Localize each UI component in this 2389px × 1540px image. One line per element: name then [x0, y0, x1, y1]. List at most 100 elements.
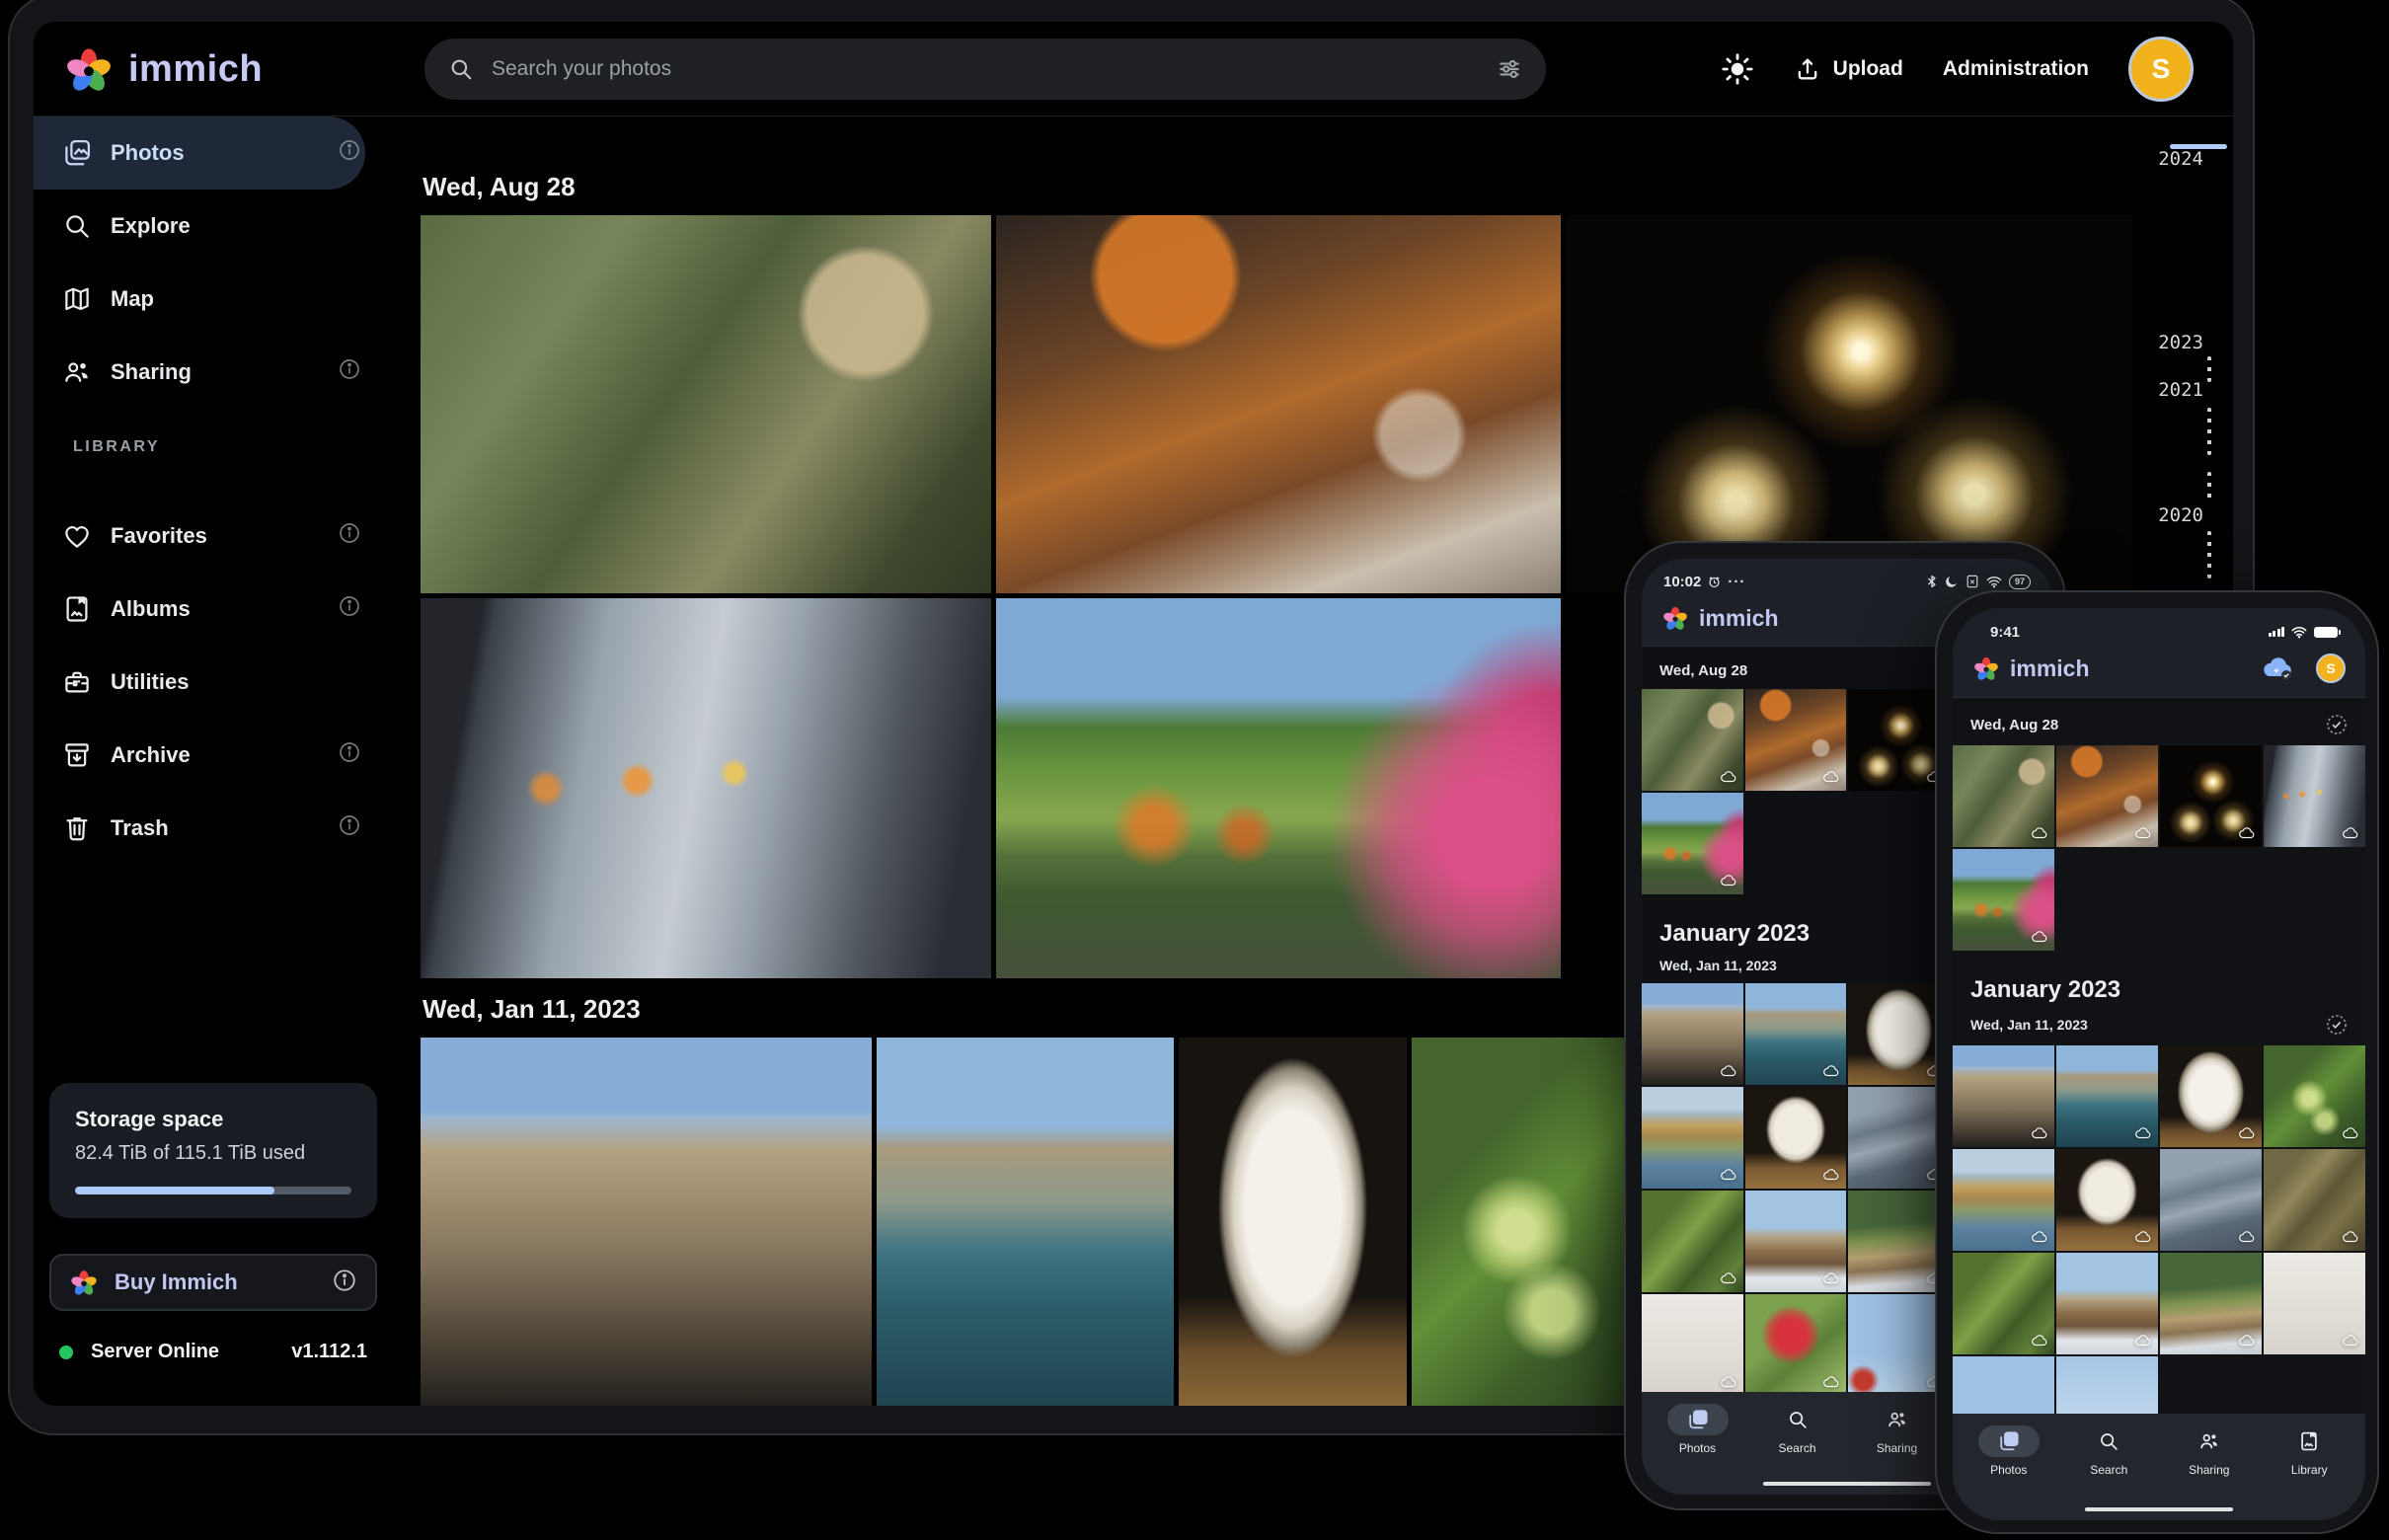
administration-label: Administration: [1943, 57, 2089, 81]
info-icon[interactable]: [332, 1268, 357, 1298]
sidebar-item-photos[interactable]: Photos: [34, 116, 365, 190]
search-input[interactable]: Search your photos: [424, 38, 1546, 100]
nav-label: Search: [1778, 1441, 1815, 1455]
photo-fort[interactable]: [877, 1038, 1174, 1406]
sidebar-item-map[interactable]: Map: [34, 263, 417, 336]
photo-fort[interactable]: [1745, 983, 1847, 1085]
nav-label: Sharing: [1877, 1441, 1917, 1455]
photo-sculpt[interactable]: [2056, 1149, 2158, 1251]
photo-church[interactable]: [1745, 1191, 1847, 1292]
photo-castle[interactable]: [1642, 983, 1743, 1085]
info-icon[interactable]: [338, 138, 361, 168]
nav-sharing[interactable]: Sharing: [1854, 1404, 1941, 1455]
sidebar-item-archive[interactable]: Archive: [34, 719, 417, 792]
photo-lizard2[interactable]: [1953, 1253, 2054, 1354]
sidebar-item-utilities[interactable]: Utilities: [34, 646, 417, 719]
photo-fireworks[interactable]: [2160, 745, 2262, 847]
info-icon[interactable]: [338, 594, 361, 624]
photo-monkeys[interactable]: [1953, 745, 2054, 847]
immich-logo[interactable]: immich: [63, 22, 263, 116]
nav-photos[interactable]: Photos: [1655, 1404, 1741, 1455]
nav-search[interactable]: Search: [2065, 1425, 2152, 1477]
brand-text: immich: [128, 48, 263, 91]
photo-church[interactable]: [2056, 1253, 2158, 1354]
photo-beach[interactable]: [1953, 1149, 2054, 1251]
nav-library[interactable]: Library: [2266, 1425, 2352, 1477]
photo-park[interactable]: [1953, 849, 2054, 951]
photo-dinner[interactable]: [2056, 745, 2158, 847]
administration-button[interactable]: Administration: [1943, 57, 2089, 81]
archive-icon: [61, 739, 93, 771]
nav-search[interactable]: Search: [1754, 1404, 1841, 1455]
photo-ruins[interactable]: [2160, 1149, 2262, 1251]
photo-alps[interactable]: [2160, 1253, 2262, 1354]
photo-white[interactable]: [2264, 1253, 2365, 1354]
photo-row: [421, 215, 2142, 593]
select-all-check-icon[interactable]: [2326, 1014, 2348, 1036]
dnd-moon-icon: [1945, 575, 1959, 588]
sidebar-item-sharing[interactable]: Sharing: [34, 336, 417, 409]
sharing-icon: [1887, 1409, 1908, 1430]
upload-label: Upload: [1833, 57, 1903, 81]
top-bar-actions: Upload Administration S: [1721, 22, 2194, 116]
home-indicator: [2085, 1507, 2233, 1511]
sharing-icon: [61, 356, 93, 388]
cloud-sync-icon[interactable]: [2261, 655, 2294, 681]
ios-status-bar: 9:41: [1953, 608, 2365, 644]
photos-icon: [61, 137, 93, 169]
photo-sculpt[interactable]: [1745, 1087, 1847, 1189]
photo-lizard2[interactable]: [1642, 1191, 1743, 1292]
theme-toggle-sun-icon[interactable]: [1721, 52, 1754, 86]
sidebar-item-label: Albums: [111, 596, 191, 622]
nav-sharing[interactable]: Sharing: [2166, 1425, 2253, 1477]
timeline-tick-dots: [2207, 408, 2211, 455]
nav-photos[interactable]: Photos: [1965, 1425, 2052, 1477]
photo-dinner[interactable]: [996, 215, 1561, 593]
sim-missing-icon: [1965, 575, 1979, 588]
photo-fireworks[interactable]: [1566, 215, 2133, 593]
photo-beach[interactable]: [1642, 1087, 1743, 1189]
sidebar-item-label: Archive: [111, 742, 191, 768]
user-avatar[interactable]: S: [2128, 37, 2194, 102]
photo-castle[interactable]: [421, 1038, 872, 1406]
sharing-icon: [2198, 1430, 2220, 1452]
buy-immich-button[interactable]: Buy Immich: [49, 1254, 377, 1311]
info-icon[interactable]: [338, 740, 361, 770]
photo-park[interactable]: [996, 598, 1561, 978]
brand-text: immich: [1699, 605, 1779, 632]
photo-monkeys[interactable]: [421, 215, 991, 593]
photo-bust[interactable]: [2160, 1045, 2262, 1147]
photo-monkeys[interactable]: [1642, 689, 1743, 791]
sidebar-item-favorites[interactable]: Favorites: [34, 500, 417, 573]
photo-white[interactable]: [1642, 1294, 1743, 1396]
photo-fruit[interactable]: [1745, 1294, 1847, 1396]
select-all-check-icon[interactable]: [2326, 714, 2348, 735]
photo-fort[interactable]: [2056, 1045, 2158, 1147]
photo-grid: [1953, 1045, 2365, 1458]
photos-icon: [1998, 1430, 2020, 1452]
photo-berries[interactable]: [2264, 1045, 2365, 1147]
timeline-year: 2021: [2158, 379, 2203, 401]
sidebar-item-albums[interactable]: Albums: [34, 573, 417, 646]
sidebar-item-trash[interactable]: Trash: [34, 792, 417, 865]
photo-berries[interactable]: [1412, 1038, 1646, 1406]
photo-bust[interactable]: [1179, 1038, 1407, 1406]
photo-dinner[interactable]: [1745, 689, 1847, 791]
user-avatar[interactable]: S: [2316, 654, 2346, 683]
ios-header-row: immich S: [1953, 644, 2365, 697]
info-icon[interactable]: [338, 813, 361, 843]
info-icon[interactable]: [338, 521, 361, 551]
photo-hands[interactable]: [421, 598, 991, 978]
photo-park[interactable]: [1642, 793, 1743, 894]
photo-lizard[interactable]: [2264, 1149, 2365, 1251]
info-icon[interactable]: [338, 357, 361, 387]
sidebar-item-label: Utilities: [111, 669, 189, 695]
upload-button[interactable]: Upload: [1794, 55, 1903, 83]
sidebar-item-explore[interactable]: Explore: [34, 190, 417, 263]
iphone-mockup: 9:41: [1935, 590, 2379, 1534]
photo-castle[interactable]: [1953, 1045, 2054, 1147]
nav-label: Search: [2090, 1463, 2127, 1477]
nav-label: Photos: [1679, 1441, 1716, 1455]
photo-hands[interactable]: [2264, 745, 2365, 847]
search-filter-icon[interactable]: [1497, 56, 1522, 82]
